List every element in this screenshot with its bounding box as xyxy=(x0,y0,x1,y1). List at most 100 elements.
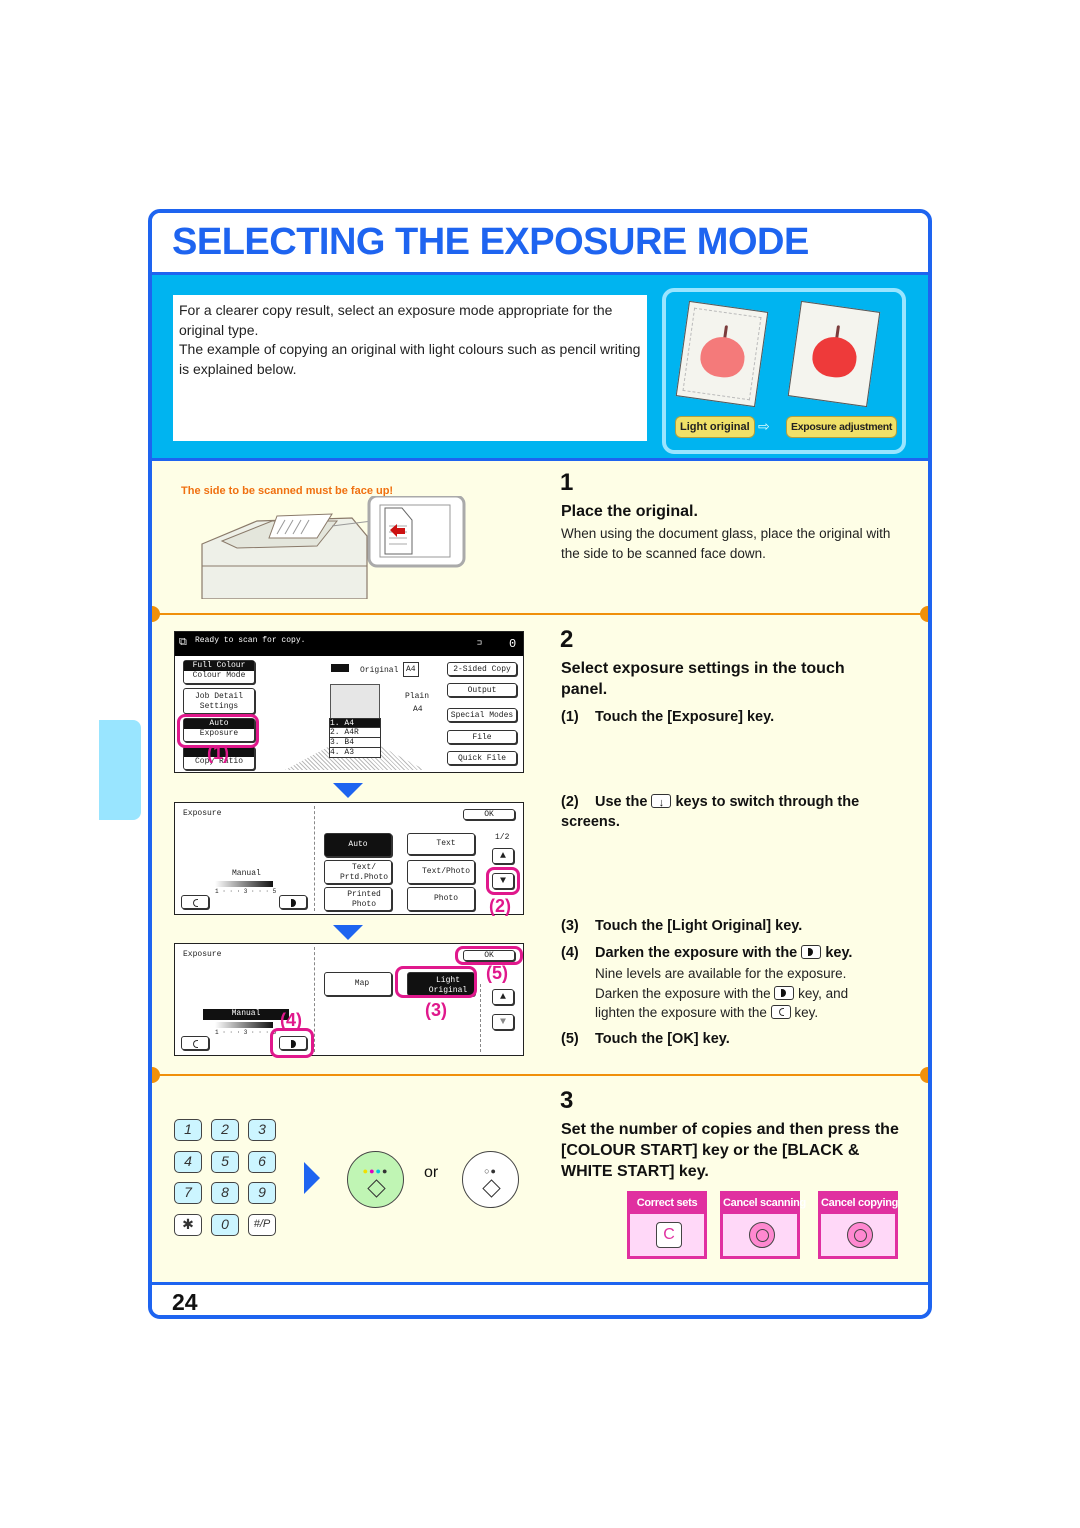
original-label: Original xyxy=(360,666,399,675)
key-1[interactable]: 1 xyxy=(174,1119,202,1141)
clear-key-icon[interactable]: C xyxy=(656,1222,682,1248)
tray-item[interactable]: 4. A3 xyxy=(329,748,381,758)
text-mode-button[interactable]: Text xyxy=(407,833,475,855)
footer: 24 xyxy=(152,1282,928,1315)
correct-sets-card: Correct sets C xyxy=(627,1191,707,1259)
paper-type: Plain xyxy=(405,692,430,701)
step-1-description: When using the document glass, place the… xyxy=(561,526,891,561)
arrow-right-icon xyxy=(304,1162,320,1194)
cancel-scanning-card: Cancel scanning xyxy=(720,1191,806,1259)
card-label: Cancel scanning xyxy=(723,1194,806,1214)
printed-photo-mode-button[interactable]: Printed Photo xyxy=(324,887,392,911)
exposure-screen-title: Exposure xyxy=(183,809,222,818)
black-white-start-key[interactable]: ○● xyxy=(462,1151,519,1208)
status-bar: ⧉ Ready to scan for copy. ⊐ 0 xyxy=(175,632,523,656)
photo-mode-button[interactable]: Photo xyxy=(407,887,475,911)
key-6[interactable]: 6 xyxy=(248,1151,276,1173)
callout-4: (4) xyxy=(280,1010,302,1030)
substep-4: (4) Darken the exposure with the key. xyxy=(561,945,853,961)
special-modes-button[interactable]: Special Modes xyxy=(447,708,517,722)
step-separator xyxy=(152,606,928,622)
step-2-title: Select exposure settings in the touch pa… xyxy=(561,660,845,698)
exposure-adjustment-label: Exposure adjustment xyxy=(786,416,898,438)
lighter-button[interactable] xyxy=(181,1036,209,1050)
paper-size: A4 xyxy=(413,705,423,714)
start-diamond-icon xyxy=(482,1179,501,1198)
stop-key-icon[interactable] xyxy=(847,1222,873,1248)
copy-mode-icon: ⧉ xyxy=(179,637,187,649)
key-2[interactable]: 2 xyxy=(211,1119,239,1141)
page-indicator: 1/2 xyxy=(495,833,510,842)
key-5[interactable]: 5 xyxy=(211,1151,239,1173)
exposure-level-bar xyxy=(215,881,273,887)
lighter-button[interactable] xyxy=(181,895,209,909)
step-2-number: 2 xyxy=(560,626,574,653)
substep-3: (3) Touch the [Light Original] key. xyxy=(561,918,803,934)
scroll-down-button[interactable]: ▼ xyxy=(492,1014,514,1030)
card-label: Correct sets xyxy=(630,1194,704,1214)
step-1-number: 1 xyxy=(560,469,574,496)
page-frame: SELECTING THE EXPOSURE MODE For a cleare… xyxy=(148,209,932,1319)
step-3-number: 3 xyxy=(560,1087,574,1114)
job-detail-settings-button[interactable]: Job Detail Settings xyxy=(183,688,255,714)
page-number: 24 xyxy=(172,1289,198,1315)
intro-paragraph: For a clearer copy result, select an exp… xyxy=(179,302,613,338)
callout-5: (5) xyxy=(486,963,508,983)
apple-dark-icon xyxy=(810,334,860,380)
key-asterisk[interactable]: ✱ xyxy=(174,1214,202,1236)
arrow-right-icon: ⇨ xyxy=(758,418,770,434)
substep-5: (5) Touch the [OK] key. xyxy=(561,1031,730,1047)
tray-item[interactable]: 1. A4 xyxy=(329,718,381,728)
ok-button[interactable]: OK xyxy=(463,809,515,820)
tray-list: 1. A4 2. A4R 3. B4 4. A3 xyxy=(329,718,381,758)
intro-paragraph: The example of copying an original with … xyxy=(179,341,641,377)
step-separator xyxy=(152,1067,928,1083)
key-3[interactable]: 3 xyxy=(248,1119,276,1141)
light-original-paper-icon xyxy=(675,300,769,408)
map-mode-button[interactable]: Map xyxy=(324,972,392,996)
original-feed-icon xyxy=(331,664,349,672)
page-title: SELECTING THE EXPOSURE MODE xyxy=(172,221,809,263)
text-photo-mode-button[interactable]: Text/Photo xyxy=(407,860,475,884)
callout-3: (3) xyxy=(425,1000,447,1020)
next-screen-arrow-icon xyxy=(333,783,363,798)
key-9[interactable]: 9 xyxy=(248,1182,276,1204)
two-sided-copy-button[interactable]: 2-Sided Copy xyxy=(447,662,517,676)
exposure-scale: 1 · · · 3 · · · 5 xyxy=(215,888,277,895)
quick-file-button[interactable]: Quick File xyxy=(447,751,517,765)
intro-section: For a clearer copy result, select an exp… xyxy=(152,275,928,461)
intro-text: For a clearer copy result, select an exp… xyxy=(173,295,647,441)
key-7[interactable]: 7 xyxy=(174,1182,202,1204)
chapter-side-tab xyxy=(99,720,141,820)
colour-start-key[interactable]: ●●●● xyxy=(347,1151,404,1208)
adjusted-paper-icon xyxy=(787,300,881,408)
substep-1: (1) Touch the [Exposure] key. xyxy=(561,709,775,725)
tray-icon: ⊐ xyxy=(477,639,482,648)
card-label: Cancel copying xyxy=(821,1194,898,1214)
scroll-up-button[interactable]: ▲ xyxy=(492,848,514,864)
auto-mode-button[interactable]: Auto xyxy=(324,833,392,857)
tray-item[interactable]: 2. A4R xyxy=(329,728,381,738)
darker-button[interactable] xyxy=(279,895,307,909)
text-printed-photo-mode-button[interactable]: Text/ Prtd.Photo xyxy=(324,860,392,884)
output-button[interactable]: Output xyxy=(447,683,517,697)
file-button[interactable]: File xyxy=(447,730,517,744)
or-label: or xyxy=(424,1164,439,1181)
substep-2: (2) Use the ↓ keys to switch through the … xyxy=(561,794,860,830)
stop-key-icon[interactable] xyxy=(749,1222,775,1248)
key-8[interactable]: 8 xyxy=(211,1182,239,1204)
key-4[interactable]: 4 xyxy=(174,1151,202,1173)
substep-4-description: Nine levels are available for the exposu… xyxy=(595,966,849,1020)
exposure-screen-title: Exposure xyxy=(183,950,222,959)
step-1-title: Place the original. xyxy=(561,503,698,520)
scroll-down-highlight xyxy=(486,867,520,895)
down-arrow-key-icon: ↓ xyxy=(651,794,672,809)
step-3-title: Set the number of copies and then press … xyxy=(561,1121,899,1180)
lighter-key-icon xyxy=(770,1005,791,1019)
callout-1: (1) xyxy=(207,743,229,763)
colour-mode-button[interactable]: Full Colour Colour Mode xyxy=(183,660,255,684)
scroll-up-button[interactable]: ▲ xyxy=(492,989,514,1005)
key-0[interactable]: 0 xyxy=(211,1214,239,1236)
key-hash-p[interactable]: #/P xyxy=(248,1214,276,1236)
tray-item[interactable]: 3. B4 xyxy=(329,738,381,748)
